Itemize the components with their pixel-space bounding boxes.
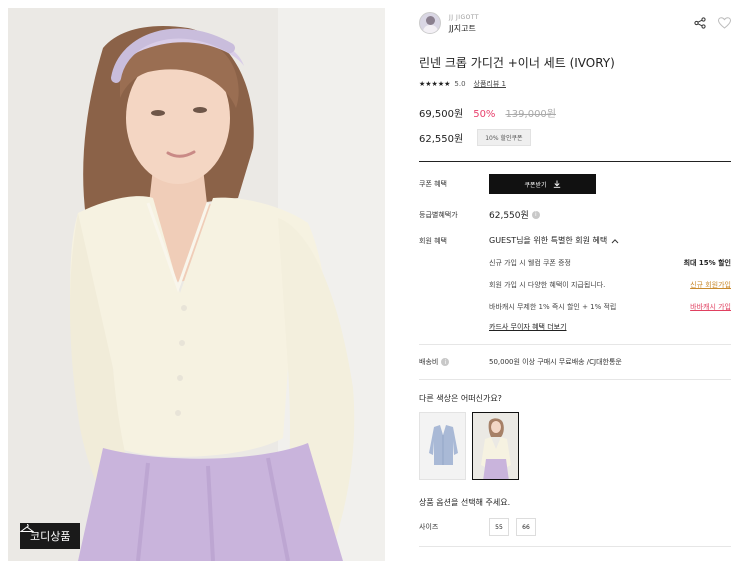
benefit-text: 신규 가입 시 웰컴 쿠폰 증정 <box>489 259 571 267</box>
other-colors-title: 다른 색상은 어떠신가요? <box>419 394 502 403</box>
size-option-66[interactable]: 66 <box>516 518 536 536</box>
original-price: 139,000원 <box>505 109 556 120</box>
divider <box>419 161 731 162</box>
card-interest-free-link[interactable]: 카드사 무이자 혜택 더보기 <box>419 322 731 332</box>
brand-header: JJ JIGOTT JJ지고트 <box>419 8 731 38</box>
member-benefit-row: 회원 혜택 GUEST님을 위한 특별한 회원 혜택 <box>419 235 731 246</box>
brand-name[interactable]: JJ JIGOTT JJ지고트 <box>449 12 479 34</box>
sale-price: 69,500원 <box>419 109 464 120</box>
review-link[interactable]: 상품리뷰 1 <box>474 79 506 89</box>
get-coupon-label: 쿠폰받기 <box>524 181 547 189</box>
swatch-ivory[interactable] <box>472 412 519 480</box>
color-swatches <box>419 412 731 480</box>
divider <box>419 344 731 345</box>
share-icon[interactable] <box>694 17 706 29</box>
grade-price-value: 62,550원 <box>489 211 529 221</box>
babacash-signup-link[interactable]: 바바캐시 가입 <box>690 302 731 312</box>
ivory-cardigan-thumbnail <box>473 413 518 479</box>
benefit-text: 회원 가입 시 다양한 혜택이 지급됩니다. <box>489 281 606 289</box>
divider <box>419 546 731 547</box>
brand-name-ko: JJ지고트 <box>449 24 476 33</box>
model-illustration <box>8 8 385 561</box>
coupon-benefit-label: 쿠폰 혜택 <box>419 180 447 188</box>
brand-avatar[interactable] <box>419 12 441 34</box>
discount-rate: 50% <box>473 109 496 120</box>
grade-price: 62,550원 i <box>489 208 540 221</box>
chevron-up-icon <box>611 238 619 243</box>
benefit-value: 최대 15% 할인 <box>683 259 731 267</box>
coordi-product-button[interactable]: 코디상품 <box>20 523 81 549</box>
coupon-price-row: 62,550원 10% 할인쿠폰 <box>419 129 731 146</box>
list-item: 신규 가입 시 웰컴 쿠폰 증정 최대 15% 할인 <box>419 252 731 274</box>
shipping-row: 배송비 i 50,000원 이상 구매시 무료배송 /CJ대한통운 <box>419 357 731 367</box>
list-item: 회원 가입 시 다양한 혜택이 지급됩니다. 신규 회원가입 <box>419 274 731 296</box>
size-label: 사이즈 <box>419 523 439 531</box>
info-icon[interactable]: i <box>441 358 450 366</box>
blue-cardigan-thumbnail <box>420 413 465 479</box>
product-info-panel: JJ JIGOTT JJ지고트 린넨 크롭 가디건 +이너 세트 (IVORY)… <box>419 8 731 547</box>
rating-value: 5.0 <box>454 80 466 88</box>
member-benefit-list: 신규 가입 시 웰컴 쿠폰 증정 최대 15% 할인 회원 가입 시 다양한 혜… <box>419 252 731 332</box>
product-title: 린넨 크롭 가디건 +이너 세트 (IVORY) <box>419 56 615 70</box>
star-rating-icon: ★★★★★ <box>419 80 451 88</box>
swatch-light-blue[interactable] <box>419 412 466 480</box>
shipping-label-wrap: 배송비 i <box>419 357 489 367</box>
brand-name-en: JJ JIGOTT <box>449 14 480 21</box>
size-row: 사이즈 55 66 <box>419 518 731 536</box>
signup-link[interactable]: 신규 회원가입 <box>690 280 731 290</box>
member-benefit-toggle[interactable]: GUEST님을 위한 특별한 회원 혜택 <box>489 235 619 246</box>
shipping-text: 50,000원 이상 구매시 무료배송 /CJ대한통운 <box>489 358 622 366</box>
rating-row: ★★★★★ 5.0 상품리뷰 1 <box>419 79 731 89</box>
benefit-text: 바바캐시 무제한 1% 즉시 할인 + 1% 적립 <box>489 303 617 311</box>
list-item: 바바캐시 무제한 1% 즉시 할인 + 1% 적립 바바캐시 가입 <box>419 296 731 318</box>
product-main-image: 코디상품 <box>8 8 385 561</box>
grade-price-label: 등급별혜택가 <box>419 210 458 219</box>
grade-price-row: 등급별혜택가 62,550원 i <box>419 208 731 221</box>
info-icon[interactable]: i <box>531 210 540 219</box>
coordi-label: 코디상품 <box>30 530 71 543</box>
heart-icon[interactable] <box>718 17 731 29</box>
coupon-price: 62,550원 <box>419 134 464 145</box>
hanger-icon <box>20 524 34 532</box>
divider <box>419 379 731 380</box>
shipping-label: 배송비 <box>419 358 439 366</box>
member-benefit-title: GUEST님을 위한 특별한 회원 혜택 <box>489 236 608 245</box>
size-option-55[interactable]: 55 <box>489 518 509 536</box>
coupon-badge: 10% 할인쿠폰 <box>477 129 531 146</box>
member-benefit-label: 회원 혜택 <box>419 236 447 245</box>
download-icon <box>553 180 560 188</box>
option-select-title: 상품 옵션을 선택해 주세요. <box>419 498 511 507</box>
get-coupon-button[interactable]: 쿠폰받기 <box>489 174 596 194</box>
coupon-benefit-row: 쿠폰 혜택 쿠폰받기 <box>419 174 731 194</box>
header-actions <box>694 17 731 29</box>
price-row: 69,500원 50% 139,000원 <box>419 105 731 120</box>
